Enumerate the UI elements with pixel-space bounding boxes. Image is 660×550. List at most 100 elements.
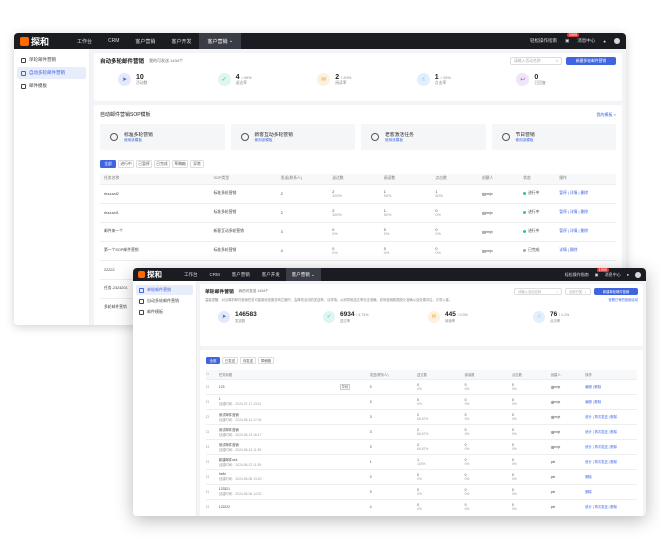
guide-link[interactable]: 轻松操作指南: [530, 38, 557, 44]
table-row[interactable]: rtuuuvd1 标准多轮营销 2 2 100% 1 50% 0 0% gjpmjx …: [100, 202, 616, 222]
tab-sent[interactable]: 已发送: [222, 357, 238, 364]
nav-item-customer-marketing[interactable]: 客户营销: [226, 268, 256, 281]
nav-item-marketing-active[interactable]: 客户营销 ⌄: [199, 33, 242, 49]
avatar[interactable]: [614, 38, 620, 44]
bell-icon[interactable]: ●: [627, 272, 629, 277]
table-row[interactable]: ☐ 123321 创建时间：2024-06-06 14:32 0 0 0% 0 0% …: [206, 483, 637, 499]
avatar[interactable]: [635, 271, 641, 278]
main-content: 单轮邮件营销 我的可发送 1434个 请输入活动名称 ⌕ 全部分类 ⌄ 新建单轮邮件…: [197, 281, 646, 516]
quota-text: 我的可发送 1434个: [238, 289, 269, 293]
view-existing-link[interactable]: 查看已有的营销活动: [608, 297, 638, 302]
template-card[interactable]: 标准多轮营销 使用该模板: [100, 124, 225, 150]
category-select[interactable]: 全部分类 ⌄: [565, 288, 591, 295]
row-actions[interactable]: 统计 | 再次发送 | 删除: [585, 438, 637, 454]
nav-item-marketing-active[interactable]: 客户营销 ⌄: [285, 268, 321, 281]
chevron-down-icon: ⌄: [311, 271, 315, 277]
my-templates-link[interactable]: 我的模板 >: [597, 112, 616, 118]
tab-error[interactable]: 异常: [190, 160, 204, 168]
gift-icon[interactable]: ▣ 1999: [565, 33, 580, 44]
bell-icon[interactable]: ●: [603, 39, 606, 44]
row-actions[interactable]: 删除: [585, 483, 637, 499]
template-card[interactable]: 老客激活任务 使用该模板: [361, 124, 486, 150]
tab-paused[interactable]: 已暂停: [136, 160, 152, 168]
nav-item-customer-marketing[interactable]: 客户营销: [127, 33, 163, 49]
table-row[interactable]: ☐ 测试邮件营销 创建时间：2024-06-13 16:17 3 2 66.67% …: [206, 423, 637, 439]
checkbox[interactable]: ☐: [206, 400, 209, 404]
row-actions[interactable]: 统计 | 再次发送 | 删除: [585, 408, 637, 424]
tab-drafts[interactable]: 草稿箱: [172, 160, 188, 168]
search-input[interactable]: 请输入活动名称 ⌕: [510, 57, 562, 65]
nav-item-crm[interactable]: CRM: [100, 33, 127, 49]
row-actions[interactable]: 统计 | 再次发送 | 删除: [585, 453, 637, 469]
table-row[interactable]: ☐ 测试邮件营销 创建时间：2024-06-14 17:04 3 2 66.67% …: [206, 408, 637, 424]
row-actions[interactable]: 编辑 | 删除: [585, 393, 637, 409]
tab-pending[interactable]: 待发送: [240, 357, 256, 364]
message-center[interactable]: 消息中心: [577, 38, 595, 44]
open-icon: ✉: [428, 311, 440, 323]
tab-done[interactable]: 已完成: [154, 160, 170, 168]
checkbox[interactable]: ☐: [206, 415, 209, 419]
checkbox[interactable]: ☐: [206, 430, 209, 434]
table-row[interactable]: ☐ hello 创建时间：2024-06-08 13:20 0 0 0% 0 0% 0…: [206, 468, 637, 484]
checkbox[interactable]: ☐: [206, 475, 209, 479]
tab-all[interactable]: 全部: [100, 160, 116, 168]
table-row[interactable]: 邮件来一个 新客互动多轮营销 3 0 0% 0 0% 0 0% gjpmjx 进行中 …: [100, 221, 616, 241]
row-actions[interactable]: 编辑 | 删除: [585, 378, 637, 394]
quota-text: 我的可发送 1434个: [149, 58, 184, 63]
nav-item-customer-dev[interactable]: 客户开发: [256, 268, 286, 281]
gift-icon[interactable]: ▣ 1999: [595, 268, 609, 277]
row-actions[interactable]: 详情 | 删除: [559, 240, 616, 260]
summary-panel: 单轮邮件营销 我的可发送 1434个 请输入活动名称 ⌕ 全部分类 ⌄ 新建单轮邮件…: [200, 284, 643, 346]
table-row[interactable]: rtuuuvd2 标准多轮营销 2 2 100% 1 50% 1 50% gjpmjx…: [100, 183, 616, 203]
nav-item-workbench[interactable]: 工作台: [178, 268, 204, 281]
sidebar-item-auto-mail[interactable]: 自动多轮邮件营销: [136, 296, 193, 306]
page-title: 自动多轮邮件营销: [100, 59, 145, 65]
template-card[interactable]: 节日营销 使用该模板: [491, 124, 616, 150]
tab-drafts[interactable]: 草稿箱: [258, 357, 274, 364]
table-row[interactable]: ☐ 测试邮件营销 创建时间：2024-06-13 11:39 3 2 66.67% …: [206, 438, 637, 454]
sidebar-item-single-mail[interactable]: 单轮邮件营销: [17, 54, 86, 66]
table-row[interactable]: ☐ 122222 4 0 0% 0 0% 0 0% pei 统计 | 再次发送 | 删…: [206, 498, 637, 514]
sidebar-item-single-mail[interactable]: 单轮邮件营销: [136, 285, 193, 295]
status-dot-icon: [523, 191, 527, 195]
chevron-down-icon: ⌄: [584, 289, 587, 294]
tab-all[interactable]: 全部: [206, 357, 220, 364]
table-row[interactable]: ☐ 新建邮件ce4 创建时间：2024-06-12 11:39 1 1 100% 0…: [206, 453, 637, 469]
row-actions[interactable]: 统计 | 再次发送 | 删除: [585, 423, 637, 439]
brand-logo[interactable]: 探和: [138, 269, 162, 280]
nav-item-workbench[interactable]: 工作台: [69, 33, 100, 49]
checkbox[interactable]: ☐: [206, 372, 209, 376]
row-actions[interactable]: 统计 | 再次发送 | 删除: [585, 498, 637, 514]
guide-link[interactable]: 轻松操作指南: [565, 272, 589, 278]
message-center[interactable]: 消息中心: [605, 272, 621, 278]
brand-logo[interactable]: 探和: [20, 35, 49, 48]
row-actions[interactable]: 暂停 | 详情 | 删除: [559, 183, 616, 203]
status-tabs: 全部 已发送 待发送 草稿箱: [200, 350, 643, 370]
nav-item-crm[interactable]: CRM: [204, 268, 226, 281]
chevron-down-icon: ⌄: [228, 38, 234, 44]
checkbox[interactable]: ☐: [206, 385, 209, 389]
sidebar: 单轮邮件营销 自动多轮邮件营销 邮件模板: [133, 281, 197, 516]
user-icon: [371, 133, 379, 141]
sidebar-item-auto-mail[interactable]: 自动多轮邮件营销: [17, 67, 86, 79]
tab-running[interactable]: 进行中: [118, 160, 134, 168]
sidebar-item-templates[interactable]: 邮件模板: [17, 80, 86, 92]
nav-item-customer-dev[interactable]: 客户开发: [163, 33, 199, 49]
stat-sent: ➤ 146583 发送数: [218, 311, 323, 323]
table-row[interactable]: ☐ 123 草稿 0 0 0% 0 0% 0 0% gjpmjx 编辑 | 删除: [206, 378, 637, 394]
create-auto-campaign-button[interactable]: 新建多轮邮件营销: [566, 57, 616, 65]
row-actions[interactable]: 删除: [585, 468, 637, 484]
checkbox[interactable]: ☐: [206, 505, 209, 509]
template-card[interactable]: 新客互动多轮营销 使用该模板: [230, 124, 355, 150]
checkbox[interactable]: ☐: [206, 460, 209, 464]
search-input[interactable]: 请输入活动名称 ⌕: [514, 288, 562, 295]
count-badge: 1999: [596, 268, 609, 272]
row-actions[interactable]: 暂停 | 详情 | 删除: [559, 202, 616, 222]
checkbox[interactable]: ☐: [206, 445, 209, 449]
table-row[interactable]: ☐ 1 创建时间：2024-07-17 13:11 3 0 0% 0 0% 0 0% g…: [206, 393, 637, 409]
create-single-campaign-button[interactable]: 新建单轮邮件营销: [594, 288, 638, 295]
table-row[interactable]: 第一个SOP邮件营销 标准多轮营销 4 0 0% 0 0% 0 0% gjpmjx 已…: [100, 240, 616, 260]
checkbox[interactable]: ☐: [206, 490, 209, 494]
sidebar-item-templates[interactable]: 邮件模板: [136, 307, 193, 317]
row-actions[interactable]: 暂停 | 详情 | 删除: [559, 221, 616, 241]
